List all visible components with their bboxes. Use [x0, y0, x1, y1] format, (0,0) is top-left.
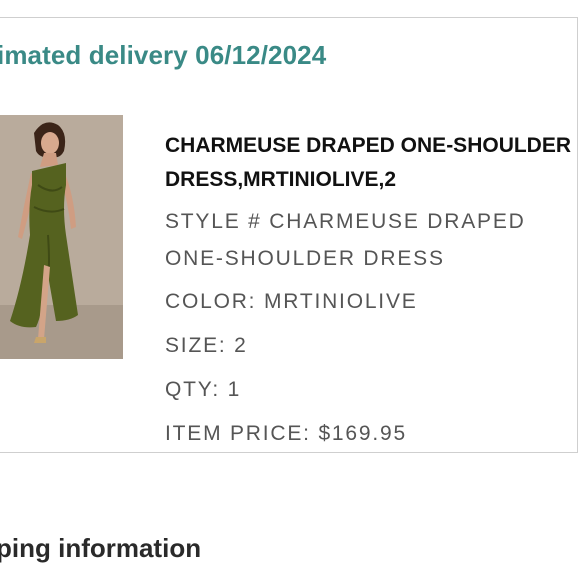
product-image[interactable] [0, 115, 123, 359]
item-quantity: QTY: 1 [165, 378, 242, 401]
order-page: imated delivery 06/12/2024 CHARMEUSE DRA [0, 0, 580, 580]
item-color: COLOR: MRTINIOLIVE [165, 290, 418, 313]
item-size: SIZE: 2 [165, 334, 248, 357]
style-number-line-1: STYLE # CHARMEUSE DRAPED [165, 210, 526, 233]
style-number-line-2: ONE-SHOULDER DRESS [165, 247, 445, 270]
shipping-information-heading: ping information [0, 533, 202, 563]
item-price: ITEM PRICE: $169.95 [165, 422, 407, 445]
estimated-delivery: imated delivery 06/12/2024 [0, 40, 327, 70]
product-title[interactable]: CHARMEUSE DRAPED ONE-SHOULDER DRESS,MRTI… [165, 129, 575, 197]
